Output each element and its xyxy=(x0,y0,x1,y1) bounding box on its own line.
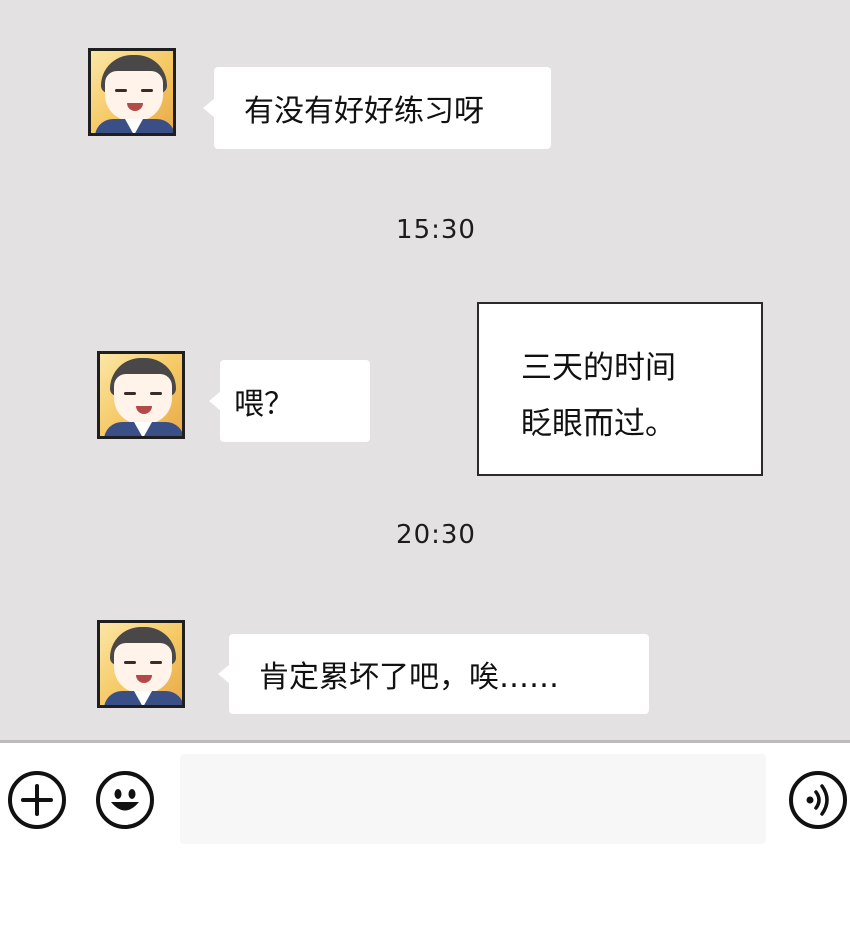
voice-button[interactable] xyxy=(789,771,847,829)
emoji-button[interactable] xyxy=(96,771,154,829)
message-text: 喂？ xyxy=(234,387,294,422)
message-bubble[interactable]: 喂？ xyxy=(209,360,370,442)
narration-caption: 三天的时间 眨眼而过。 xyxy=(477,302,763,476)
chat-area: 有没有好好练习呀 15:30 喂？ 三天的时间 眨眼而过。 20:30 肯定累坏… xyxy=(0,0,850,740)
timestamp: 20:30 xyxy=(396,520,476,550)
contact-avatar[interactable] xyxy=(88,48,176,136)
message-text: 有没有好好练习呀 xyxy=(244,94,484,129)
emoji-icon xyxy=(111,789,139,811)
contact-avatar[interactable] xyxy=(97,620,185,708)
message-text: 肯定累坏了吧，唉…… xyxy=(259,660,559,695)
message-bubble[interactable]: 有没有好好练习呀 xyxy=(203,67,551,149)
plus-icon xyxy=(21,784,53,816)
message-input[interactable] xyxy=(180,754,766,844)
narration-line: 眨眼而过。 xyxy=(521,406,676,442)
timestamp: 15:30 xyxy=(396,215,476,245)
message-bubble[interactable]: 肯定累坏了吧，唉…… xyxy=(218,634,649,714)
contact-avatar[interactable] xyxy=(97,351,185,439)
voice-icon xyxy=(806,784,829,816)
add-button[interactable] xyxy=(8,771,66,829)
narration-line: 三天的时间 xyxy=(521,350,676,386)
